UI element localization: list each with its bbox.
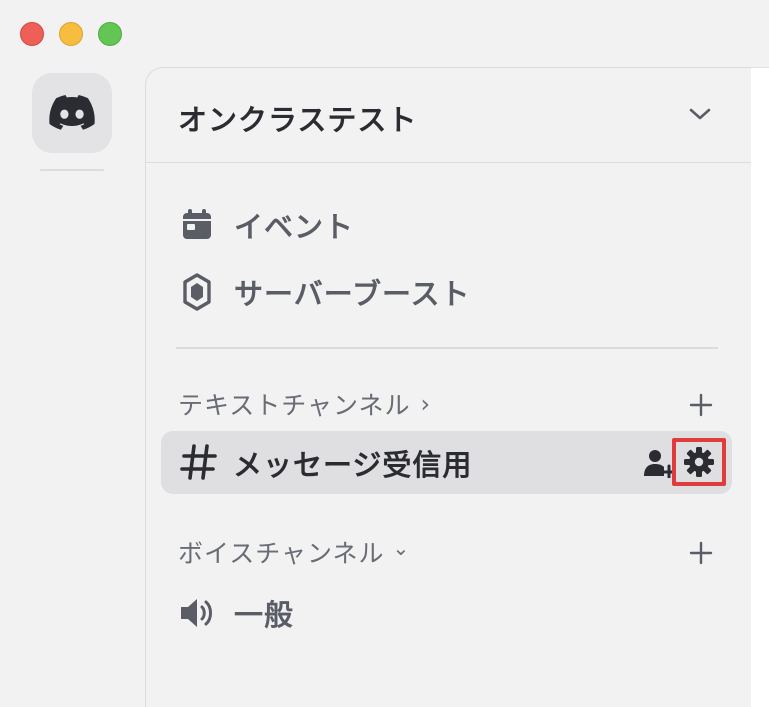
section-divider — [176, 347, 718, 349]
zoom-window-button[interactable] — [98, 22, 122, 46]
window-controls — [20, 22, 122, 46]
channel-settings-button[interactable] — [672, 438, 726, 486]
events-label: イベント — [234, 210, 355, 244]
main-content-edge — [751, 67, 769, 707]
category-text-channels[interactable]: テキストチャンネル › — [178, 386, 431, 422]
category-voice-channels[interactable]: ボイスチャンネル ⌄ — [178, 534, 410, 570]
category-voice-label: ボイスチャンネル — [178, 539, 385, 568]
hash-icon — [180, 444, 217, 480]
events-item[interactable]: イベント — [179, 204, 354, 246]
server-name: オンクラステスト — [178, 103, 418, 137]
voice-channel-label: 一般 — [234, 598, 295, 632]
discord-logo-icon — [49, 95, 95, 130]
category-text-label: テキストチャンネル — [178, 391, 411, 420]
channel-item-message-receive[interactable]: メッセージ受信用 — [161, 431, 732, 494]
add-member-icon[interactable] — [643, 448, 675, 478]
add-voice-channel-plus-icon[interactable] — [688, 540, 714, 566]
channel-label: メッセージ受信用 — [233, 448, 473, 482]
server-boost-item[interactable]: サーバーブースト — [179, 271, 471, 313]
minimize-window-button[interactable] — [59, 22, 83, 46]
rail-separator — [40, 169, 104, 171]
server-header[interactable]: オンクラステスト — [146, 68, 751, 163]
speaker-icon — [181, 599, 212, 627]
home-button[interactable] — [32, 73, 112, 153]
chevron-down-small-icon: ⌄ — [392, 536, 411, 560]
close-window-button[interactable] — [20, 22, 44, 46]
server-boost-label: サーバーブースト — [234, 277, 471, 311]
calendar-icon — [183, 209, 211, 239]
gear-icon — [684, 447, 714, 477]
add-text-channel-plus-icon[interactable] — [688, 392, 714, 418]
channel-item-general-voice[interactable]: 一般 — [178, 592, 294, 634]
chevron-right-icon: › — [420, 390, 432, 418]
boost-gem-icon — [183, 273, 211, 311]
channel-sidebar: オンクラステスト イベント サーバーブースト テキストチャンネル › メッセージ… — [145, 67, 751, 707]
chevron-down-icon[interactable] — [686, 104, 714, 124]
